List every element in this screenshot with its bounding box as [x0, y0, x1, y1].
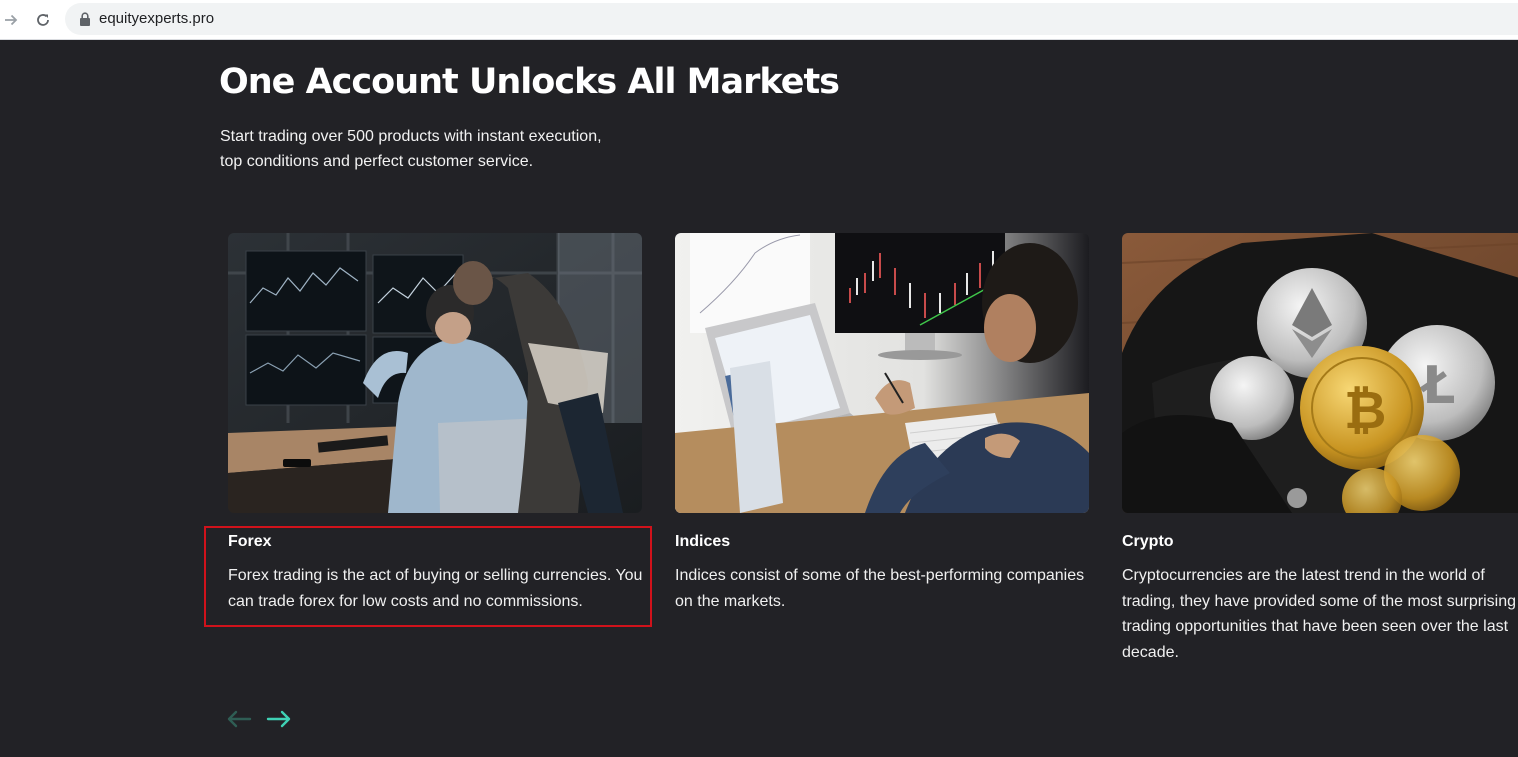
market-card-crypto[interactable]: Ł ₿ Crypto Cryptocurrencies are the late… [1122, 233, 1518, 661]
market-card-indices[interactable]: Indices Indices consist of some of the b… [675, 233, 1089, 610]
card-title-indices: Indices [675, 533, 731, 550]
card-title-crypto: Crypto [1122, 533, 1174, 550]
markets-section: One Account Unlocks All Markets Start tr… [0, 40, 1518, 757]
traders-at-monitors-photo [228, 233, 642, 513]
market-card-forex[interactable]: Forex Forex trading is the act of buying… [228, 233, 642, 610]
forward-button[interactable] [0, 9, 22, 31]
card-description-crypto: Cryptocurrencies are the latest trend in… [1122, 567, 1516, 661]
svg-text:Ł: Ł [1419, 356, 1455, 416]
slider-prev-button[interactable] [226, 709, 252, 729]
arrow-right-icon [5, 14, 18, 26]
card-description-indices: Indices consist of some of the best-perf… [675, 567, 1085, 610]
slider-next-button[interactable] [266, 709, 292, 729]
subtitle-line-2: top conditions and perfect customer serv… [220, 153, 534, 170]
card-image-crypto: Ł ₿ [1122, 233, 1518, 513]
card-description-forex: Forex trading is the act of buying or se… [228, 567, 643, 610]
section-subtitle: Start trading over 500 products with ins… [220, 124, 602, 174]
card-image-indices [675, 233, 1089, 513]
lock-icon [80, 12, 90, 26]
man-analyzing-charts-photo [675, 233, 1089, 513]
url-text[interactable]: equityexperts.pro [99, 10, 214, 28]
reload-button[interactable] [32, 9, 54, 31]
card-title-forex: Forex [228, 533, 272, 550]
svg-text:₿: ₿ [1344, 381, 1386, 441]
address-bar[interactable]: equityexperts.pro [65, 3, 1518, 35]
reload-icon [37, 14, 49, 26]
coins-in-wallet-photo: Ł ₿ [1122, 233, 1518, 513]
section-title: One Account Unlocks All Markets [219, 62, 840, 102]
arrow-right-icon [266, 710, 291, 728]
subtitle-line-1: Start trading over 500 products with ins… [220, 128, 602, 145]
arrow-left-icon [227, 710, 252, 728]
card-image-forex [228, 233, 642, 513]
browser-toolbar: equityexperts.pro [0, 0, 1518, 40]
